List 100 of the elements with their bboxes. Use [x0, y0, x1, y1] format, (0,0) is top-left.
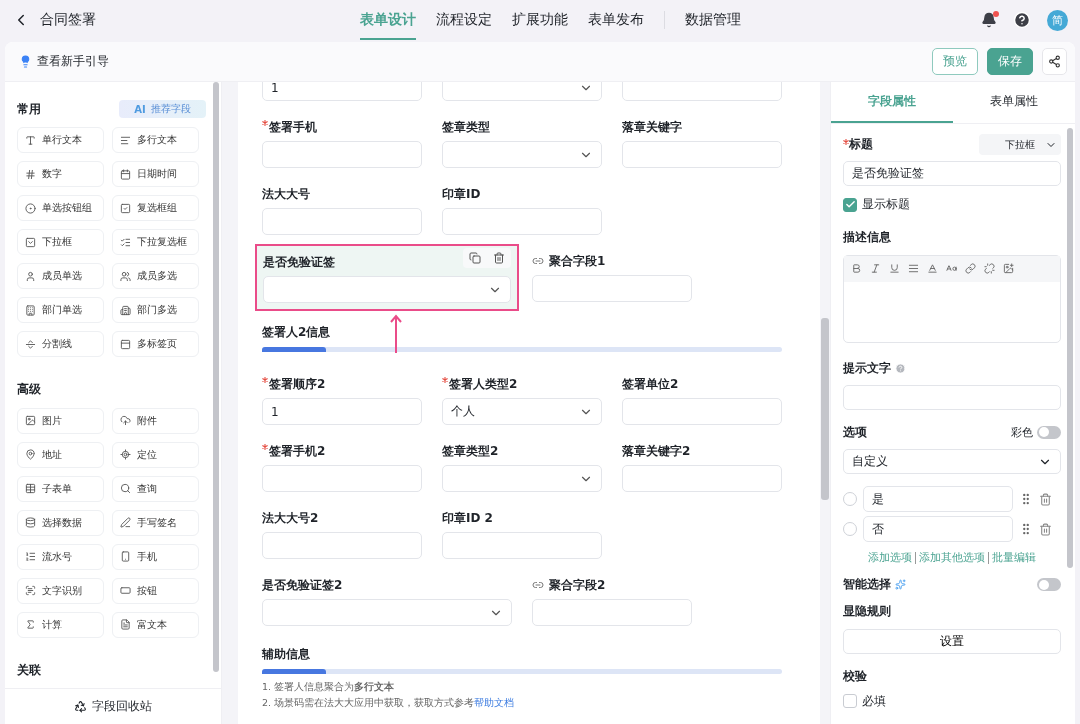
settings-button[interactable]: 设置 — [843, 628, 1061, 654]
option-input[interactable]: 否 — [863, 516, 1013, 543]
scrollbar[interactable] — [821, 318, 829, 500]
document-icon — [120, 619, 131, 630]
input-field[interactable] — [532, 275, 692, 302]
field-label: 签署人类型2 — [449, 376, 518, 393]
delete-icon[interactable] — [1039, 522, 1052, 536]
input-field[interactable] — [622, 141, 782, 168]
select-field[interactable] — [442, 141, 602, 168]
field-type-item[interactable]: 日期时间 — [112, 161, 199, 187]
input-field[interactable] — [622, 82, 782, 101]
field-label: 法大大号2 — [262, 510, 319, 527]
field-label: 法大大号 — [262, 186, 310, 203]
field-type-item[interactable]: 下拉复选框 — [112, 229, 199, 255]
select-field[interactable] — [442, 465, 602, 492]
field-type-item[interactable]: 查询 — [112, 475, 199, 502]
input-field[interactable]: 1 — [262, 82, 422, 101]
scrollbar[interactable] — [213, 82, 219, 672]
field-type-item[interactable]: 地址 — [17, 441, 104, 468]
bell-icon[interactable] — [981, 12, 997, 28]
recycle-bin-button[interactable]: 字段回收站 — [5, 688, 221, 724]
field-label: 聚合字段1 — [549, 253, 606, 270]
field-type-item[interactable]: 手机 — [112, 543, 199, 570]
field-type-item[interactable]: 分割线 — [17, 331, 104, 357]
select-field[interactable] — [262, 599, 512, 626]
share-button[interactable] — [1042, 48, 1067, 75]
field-type-item[interactable]: 文字识别 — [17, 577, 104, 604]
field-type-item[interactable]: 图片 — [17, 407, 104, 434]
underline-icon[interactable] — [889, 263, 900, 275]
field-type-item[interactable]: 复选框组 — [112, 195, 199, 221]
field-label: 显隐规则 — [843, 603, 891, 621]
field-type-item[interactable]: 手写签名 — [112, 509, 199, 536]
field-label: 智能选择 — [843, 576, 891, 594]
field-label: 签署手机 — [269, 119, 317, 136]
section-title: 高级 — [17, 381, 41, 399]
align-icon[interactable] — [908, 263, 919, 275]
toggle[interactable] — [1037, 425, 1061, 439]
field-type-item[interactable]: 单行文本 — [17, 127, 104, 153]
scrollbar[interactable] — [1067, 128, 1073, 568]
nav-tab[interactable]: 数据管理 — [685, 0, 741, 40]
field-type-item[interactable]: 单选按钮组 — [17, 195, 104, 221]
number-icon — [25, 168, 36, 180]
input-field[interactable] — [262, 141, 422, 168]
field-label: 是否免验证签2 — [262, 577, 343, 594]
field-type-item[interactable]: 子表单 — [17, 475, 104, 502]
field-type-item[interactable]: 成员单选 — [17, 263, 104, 289]
delete-icon[interactable] — [1039, 492, 1052, 506]
input-field[interactable] — [532, 599, 692, 626]
field-type-item[interactable]: 多行文本 — [112, 127, 199, 153]
field-type-item[interactable]: 数字 — [17, 161, 104, 187]
field-type-item[interactable]: 富文本 — [112, 611, 199, 638]
selected-field[interactable]: 是否免验证签 — [255, 244, 519, 311]
option-input[interactable]: 是 — [863, 486, 1013, 513]
field-type-item[interactable]: 下拉框 — [17, 229, 104, 255]
font-color-icon[interactable] — [927, 263, 938, 275]
nav-tab[interactable]: 表单发布 — [588, 0, 644, 40]
field-type-item[interactable]: 附件 — [112, 407, 199, 434]
building-icon — [25, 304, 36, 316]
field-type-item[interactable]: 部门多选 — [112, 297, 199, 323]
panel-tab[interactable]: 表单属性 — [953, 82, 1075, 123]
field-type-item[interactable]: 部门单选 — [17, 297, 104, 323]
italic-icon[interactable] — [870, 263, 881, 275]
input-field[interactable] — [262, 465, 422, 492]
field-type-item[interactable]: 按钮 — [112, 577, 199, 604]
text-icon — [25, 134, 36, 146]
section-title: 常用 — [17, 100, 41, 118]
help-link[interactable]: 帮助文档 — [474, 695, 515, 711]
field-type-item[interactable]: 流水号 — [17, 543, 104, 570]
title-input[interactable]: 是否免验证签 — [843, 161, 1061, 187]
input-field[interactable] — [262, 532, 422, 559]
input-field[interactable] — [622, 398, 782, 425]
input-field[interactable] — [442, 532, 602, 559]
guide-link[interactable]: 查看新手引导 — [37, 53, 109, 70]
help-icon[interactable] — [1013, 11, 1031, 29]
select-field[interactable] — [442, 82, 602, 101]
field-type-item[interactable]: 成员多选 — [112, 263, 199, 289]
link-icon[interactable] — [965, 263, 976, 275]
image-icon[interactable] — [1003, 263, 1014, 275]
select-field[interactable] — [263, 276, 511, 303]
select-field[interactable]: 个人 — [442, 398, 602, 425]
field-type-item[interactable]: 选择数据 — [17, 509, 104, 536]
nav-tab[interactable]: 扩展功能 — [512, 0, 568, 40]
input-field[interactable] — [622, 465, 782, 492]
toggle[interactable] — [1037, 578, 1061, 592]
buildings-icon — [120, 304, 131, 316]
bold-icon[interactable] — [851, 263, 862, 275]
field-type-item[interactable]: 多标签页 — [112, 331, 199, 357]
input-field[interactable]: 1 — [262, 398, 422, 425]
unlink-icon[interactable] — [984, 263, 995, 275]
checkbox[interactable] — [843, 694, 857, 709]
field-type-item[interactable]: 定位 — [112, 441, 199, 468]
field-type-item[interactable]: 计算 — [17, 611, 104, 638]
nav-tab[interactable]: 流程设定 — [436, 0, 492, 40]
input-field[interactable] — [442, 208, 602, 235]
type-select[interactable]: 下拉框 — [979, 134, 1061, 156]
hint-input[interactable] — [843, 384, 1061, 410]
checkbox[interactable] — [843, 197, 857, 212]
dropdown-icon — [25, 236, 36, 248]
source-select[interactable]: 自定义 — [843, 448, 1061, 475]
input-field[interactable] — [262, 208, 422, 235]
